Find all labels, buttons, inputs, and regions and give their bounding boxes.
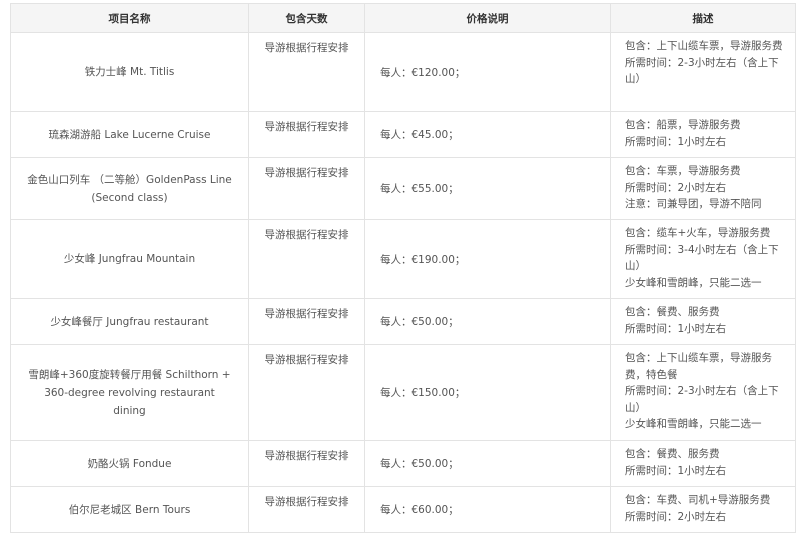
description-cell: 包含：餐费、服务费 所需时间：1小时左右 bbox=[610, 298, 796, 345]
price-cell: 每人：€150.00； bbox=[364, 344, 611, 441]
activities-table-container: 项目名称 包含天数 价格说明 描述 铁力士峰 Mt. Titlis 导游根据行程安… bbox=[10, 3, 796, 533]
table-row: 伯尔尼老城区 Bern Tours 导游根据行程安排 每人：€60.00； 包含：车费… bbox=[10, 486, 796, 533]
description-line: 少女峰和雪朗峰，只能二选一 bbox=[625, 418, 762, 430]
description-cell: 包含：船票，导游服务费 所需时间：1小时左右 bbox=[610, 111, 796, 158]
price-cell: 每人：€120.00； bbox=[364, 32, 611, 112]
activities-table: 项目名称 包含天数 价格说明 描述 铁力士峰 Mt. Titlis 导游根据行程安… bbox=[10, 3, 796, 533]
description-line: 所需时间：1小时左右 bbox=[625, 322, 727, 335]
description-cell: 包含：车费、司机+导游服务费 所需时间：2小时左右 bbox=[610, 486, 796, 533]
price-cell: 每人：€60.00； bbox=[364, 486, 611, 533]
description-cell: 包含：缆车+火车，导游服务费所需时间：3-4小时左右（含上下山） 少女峰和雪朗峰，… bbox=[610, 219, 796, 299]
description-line: 包含：上下山缆车票，导游服务费 bbox=[625, 40, 783, 52]
description-line: 少女峰和雪朗峰，只能二选一 bbox=[625, 276, 762, 289]
description-line: 所需时间：2小时左右 bbox=[625, 510, 727, 523]
description-line: 包含：车费、司机+导游服务费 bbox=[625, 494, 771, 506]
description-line: 包含：餐费、服务费 bbox=[625, 306, 720, 318]
description-line: 所需时间：2小时左右 bbox=[625, 181, 727, 194]
header-name: 项目名称 bbox=[10, 3, 249, 33]
days-cell: 导游根据行程安排 bbox=[248, 298, 365, 345]
price-cell: 每人：€50.00； bbox=[364, 440, 611, 487]
description-cell: 包含：车票，导游服务费 所需时间：2小时左右注意：司兼导团，导游不陪同 bbox=[610, 157, 796, 220]
table-row: 少女峰餐厅 Jungfrau restaurant 导游根据行程安排 每人：€50.… bbox=[10, 298, 796, 345]
price-cell: 每人：€50.00； bbox=[364, 298, 611, 345]
days-cell: 导游根据行程安排 bbox=[248, 111, 365, 158]
days-cell: 导游根据行程安排 bbox=[248, 219, 365, 299]
item-name-cell: 琉森湖游船 Lake Lucerne Cruise bbox=[10, 111, 249, 158]
table-row: 少女峰 Jungfrau Mountain 导游根据行程安排 每人：€190.00；… bbox=[10, 219, 796, 299]
item-name-cell: 少女峰餐厅 Jungfrau restaurant bbox=[10, 298, 249, 345]
table-row: 奶酪火锅 Fondue 导游根据行程安排 每人：€50.00； 包含：餐费、服务费 所需… bbox=[10, 440, 796, 487]
days-cell: 导游根据行程安排 bbox=[248, 32, 365, 112]
price-cell: 每人：€45.00； bbox=[364, 111, 611, 158]
table-body: 铁力士峰 Mt. Titlis 导游根据行程安排 每人：€120.00； 包含：上下山… bbox=[10, 32, 796, 533]
table-row: 雪朗峰+360度旋转餐厅用餐 Schilthorn + 360-degree r… bbox=[10, 344, 796, 441]
table-row: 铁力士峰 Mt. Titlis 导游根据行程安排 每人：€120.00； 包含：上下山… bbox=[10, 32, 796, 112]
description-line: 包含：上下山缆车票，导游服务费，特色餐 bbox=[625, 352, 772, 381]
days-cell: 导游根据行程安排 bbox=[248, 344, 365, 441]
price-cell: 每人：€55.00； bbox=[364, 157, 611, 220]
description-cell: 包含：餐费、服务费 所需时间：1小时左右 bbox=[610, 440, 796, 487]
days-cell: 导游根据行程安排 bbox=[248, 440, 365, 487]
description-line: 包含：车票，导游服务费 bbox=[625, 165, 741, 177]
header-days: 包含天数 bbox=[248, 3, 365, 33]
item-name-cell: 铁力士峰 Mt. Titlis bbox=[10, 32, 249, 112]
description-line: 包含：船票，导游服务费 bbox=[625, 119, 741, 131]
description-cell: 包含：上下山缆车票，导游服务费所需时间：2-3小时左右（含上下山） bbox=[610, 32, 796, 112]
description-line: 所需时间：1小时左右 bbox=[625, 135, 727, 148]
description-line: 所需时间：2-3小时左右（含上下山） bbox=[625, 56, 779, 86]
description-line: 包含：缆车+火车，导游服务费 bbox=[625, 227, 771, 239]
table-row: 金色山口列车 （二等舱）GoldenPass Line (Second clas… bbox=[10, 157, 796, 220]
description-cell: 包含：上下山缆车票，导游服务费，特色餐 所需时间：2-3小时左右（含上下山） 少女峰… bbox=[610, 344, 796, 441]
description-line: 所需时间：1小时左右 bbox=[625, 464, 727, 477]
header-description: 描述 bbox=[610, 3, 796, 33]
item-name-cell: 伯尔尼老城区 Bern Tours bbox=[10, 486, 249, 533]
description-line: 注意：司兼导团，导游不陪同 bbox=[625, 198, 762, 210]
days-cell: 导游根据行程安排 bbox=[248, 157, 365, 220]
description-line: 包含：餐费、服务费 bbox=[625, 448, 720, 460]
days-cell: 导游根据行程安排 bbox=[248, 486, 365, 533]
item-name-cell: 奶酪火锅 Fondue bbox=[10, 440, 249, 487]
price-cell: 每人：€190.00； bbox=[364, 219, 611, 299]
description-line: 所需时间：2-3小时左右（含上下山） bbox=[625, 385, 779, 414]
description-line: 所需时间：3-4小时左右（含上下山） bbox=[625, 243, 779, 273]
table-row: 琉森湖游船 Lake Lucerne Cruise 导游根据行程安排 每人：€45.… bbox=[10, 111, 796, 158]
item-name-cell: 雪朗峰+360度旋转餐厅用餐 Schilthorn + 360-degree r… bbox=[10, 344, 249, 441]
table-header-row: 项目名称 包含天数 价格说明 描述 bbox=[10, 3, 796, 33]
item-name-cell: 金色山口列车 （二等舱）GoldenPass Line (Second clas… bbox=[10, 157, 249, 220]
item-name-cell: 少女峰 Jungfrau Mountain bbox=[10, 219, 249, 299]
header-price: 价格说明 bbox=[364, 3, 611, 33]
